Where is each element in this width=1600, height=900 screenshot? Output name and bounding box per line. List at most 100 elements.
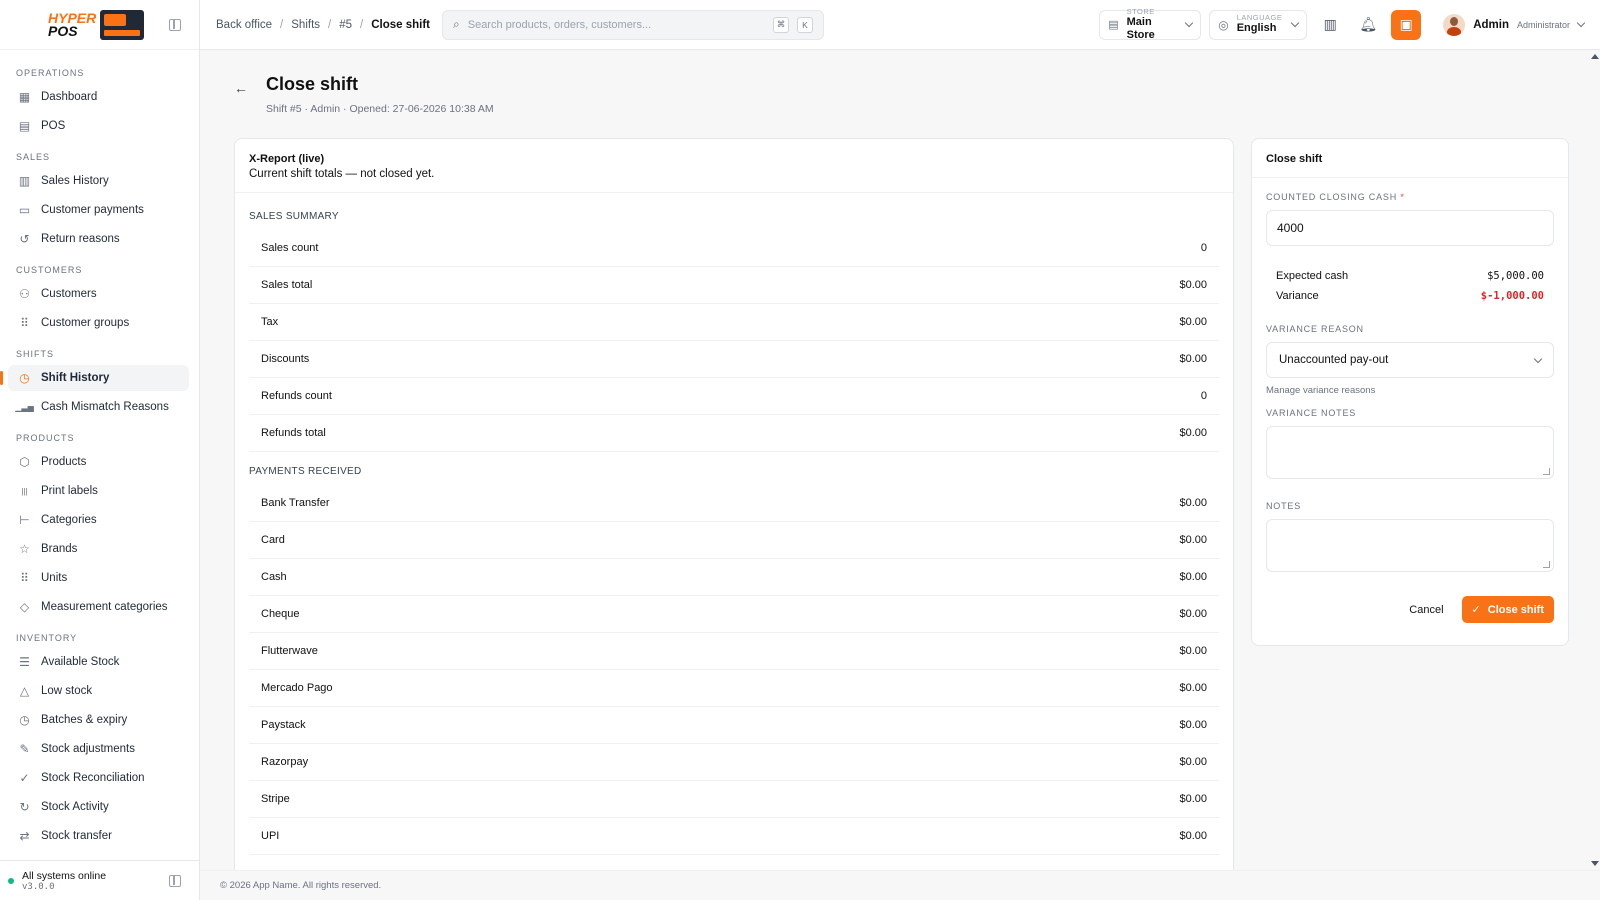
- sidebar-item-label: POS: [41, 120, 66, 132]
- sidebar-item-categories[interactable]: ⊢ Categories: [8, 507, 189, 533]
- clock-icon: ◷: [19, 713, 30, 727]
- variance-label: Variance: [1276, 290, 1319, 302]
- sidebar-item-pos[interactable]: ▤ POS: [8, 113, 189, 139]
- report-row-label: Card: [261, 534, 285, 546]
- sidebar-item-batches-expiry[interactable]: ◷ Batches & expiry: [8, 707, 189, 733]
- report-row-label: Tax: [261, 316, 279, 328]
- breadcrumb: Back office / Shifts / #5 / Close shift: [216, 19, 442, 31]
- user-name: Admin: [1473, 18, 1509, 31]
- database-icon: ☰: [19, 655, 30, 669]
- sidebar-item-stock-transfer[interactable]: ⇄ Stock transfer: [8, 823, 189, 849]
- store-value: Main Store: [1126, 15, 1155, 41]
- user-menu[interactable]: Admin Administrator: [1443, 13, 1586, 36]
- shortcut-cmd-key: ⌘: [773, 16, 789, 33]
- variance-reason-select[interactable]: Unaccounted pay-out: [1266, 342, 1554, 378]
- sidebar-item-products[interactable]: ⬡ Products: [8, 449, 189, 475]
- store-selector[interactable]: ▤ STORE Main Store: [1099, 6, 1202, 41]
- status-text: All systems online: [22, 869, 107, 882]
- sidebar-item-stock-activity[interactable]: ↻ Stock Activity: [8, 794, 189, 820]
- cash-icon: ▭: [18, 203, 31, 217]
- back-arrow-icon[interactable]: ←: [234, 80, 248, 96]
- report-row: Cheque $0.00: [249, 596, 1219, 633]
- scroll-down-icon[interactable]: [1591, 861, 1599, 866]
- sidebar-item-stock-reconciliation[interactable]: ✓ Stock Reconciliation: [8, 765, 189, 791]
- sidebar-item-customer-groups[interactable]: ⠿ Customer groups: [8, 310, 189, 336]
- sidebar-collapse-icon[interactable]: [169, 18, 181, 31]
- sidebar-item-customers[interactable]: ⚇ Customers: [8, 281, 189, 307]
- sidebar-item-sales-history[interactable]: ▥ Sales History: [8, 168, 189, 194]
- report-row-value: $0.00: [1179, 353, 1207, 365]
- page-footer: © 2026 App Name. All rights reserved.: [200, 870, 1600, 900]
- sidebar-item-label: Brands: [41, 543, 78, 555]
- counted-cash-label: COUNTED CLOSING CASH *: [1266, 192, 1554, 202]
- breadcrumb-shifts[interactable]: Shifts: [291, 19, 320, 31]
- report-row-label: Flutterwave: [261, 645, 318, 657]
- breadcrumb-shift-id[interactable]: #5: [339, 19, 352, 31]
- refresh-icon: ↻: [19, 800, 30, 814]
- sidebar-item-cash-mismatch-reasons[interactable]: ▁▃▅ Cash Mismatch Reasons: [8, 394, 189, 420]
- report-row-value: $0.00: [1179, 534, 1207, 546]
- report-row-value: $0.00: [1179, 645, 1207, 657]
- close-shift-form: COUNTED CLOSING CASH * 4000 Expected cas…: [1252, 178, 1568, 637]
- store-icon: ▤: [1108, 19, 1119, 31]
- sidebar-item-print-labels[interactable]: ||| Print labels: [8, 478, 189, 504]
- expected-cash-value: $5,000.00: [1487, 270, 1544, 282]
- sidebar: HYPER POS OPERATIONS ▦ Dashboard ▤ POS SALES ▥…: [0, 0, 200, 900]
- notifications-bell-icon[interactable]: 🔔︎: [1353, 10, 1383, 40]
- sidebar-item-shift-history[interactable]: ◷ Shift History: [0, 365, 189, 391]
- expected-cash-row: Expected cash $5,000.00: [1276, 270, 1544, 282]
- user-role: Administrator: [1516, 19, 1570, 30]
- scroll-up-icon[interactable]: [1591, 54, 1599, 59]
- sidebar-item-available-stock[interactable]: ☰ Available Stock: [8, 649, 189, 675]
- report-row-value: 0: [1200, 242, 1207, 254]
- sidebar-item-label: Available Stock: [41, 656, 120, 668]
- x-report-title: X-Report (live): [249, 153, 325, 165]
- panel-toggle-icon[interactable]: [169, 874, 181, 887]
- sidebar-item-measurement-categories[interactable]: ◇ Measurement categories: [8, 594, 189, 620]
- cancel-button[interactable]: Cancel: [1405, 598, 1447, 622]
- sidebar-item-label: Customer payments: [41, 204, 144, 216]
- report-row: Discounts $0.00: [249, 341, 1219, 378]
- pos-register-icon[interactable]: ▣: [1391, 9, 1422, 40]
- app-logo[interactable]: HYPER POS: [48, 9, 145, 40]
- close-shift-button[interactable]: ✓ Close shift: [1461, 596, 1554, 623]
- page-subtitle: Shift #5 · Admin · Opened: 27-06-2026 10…: [266, 103, 494, 115]
- sidebar-item-return-reasons[interactable]: ↺ Return reasons: [8, 226, 189, 252]
- sidebar-item-low-stock[interactable]: △ Low stock: [8, 678, 189, 704]
- main-scrollbar[interactable]: [1588, 50, 1600, 870]
- variance-notes-textarea[interactable]: [1266, 426, 1554, 479]
- variance-row: Variance $-1,000.00: [1276, 290, 1544, 302]
- store-caption: STORE: [1126, 6, 1155, 16]
- sidebar-nav: OPERATIONS ▦ Dashboard ▤ POS SALES ▥ Sales Hist…: [0, 50, 199, 860]
- sidebar-item-stock-adjustments[interactable]: ✎ Stock adjustments: [8, 736, 189, 762]
- topbar: Back office / Shifts / #5 / Close shift …: [200, 0, 1600, 50]
- sidebar-item-dashboard[interactable]: ▦ Dashboard: [8, 84, 189, 110]
- search-input[interactable]: Search products, orders, customers...: [468, 19, 765, 31]
- nav-section-title: SHIFTS: [16, 349, 55, 359]
- tree-icon: ⊢: [19, 513, 30, 527]
- breadcrumb-separator: /: [280, 18, 284, 31]
- notes-textarea[interactable]: [1266, 519, 1554, 572]
- global-search[interactable]: ⌕ Search products, orders, customers... …: [442, 9, 824, 40]
- grip-icon: ⠿: [20, 571, 29, 585]
- star-icon: ☆: [19, 542, 30, 556]
- sales-summary-list: Sales count 0 Sales total $0.00 Tax $0.00 Disc…: [235, 230, 1233, 452]
- payments-list: Bank Transfer $0.00 Card $0.00 Cash $0.00 Cheq…: [235, 485, 1233, 855]
- variance-reason-value: Unaccounted pay-out: [1279, 354, 1389, 366]
- reports-chart-icon[interactable]: ▥: [1315, 10, 1345, 40]
- sidebar-item-brands[interactable]: ☆ Brands: [8, 536, 189, 562]
- report-row: Bank Transfer $0.00: [249, 485, 1219, 522]
- sidebar-item-label: Products: [41, 456, 87, 468]
- nav-section-title: CUSTOMERS: [16, 265, 83, 275]
- required-marker: *: [1400, 192, 1405, 202]
- sidebar-item-customer-payments[interactable]: ▭ Customer payments: [8, 197, 189, 223]
- report-row: Sales total $0.00: [249, 267, 1219, 304]
- sidebar-item-label: Stock Activity: [41, 801, 109, 813]
- manage-variance-reasons-link[interactable]: Manage variance reasons: [1266, 385, 1554, 396]
- breadcrumb-back-office[interactable]: Back office: [216, 19, 272, 31]
- sidebar-item-label: Sales History: [41, 175, 109, 187]
- sidebar-item-units[interactable]: ⠿ Units: [8, 565, 189, 591]
- counted-cash-input[interactable]: 4000: [1266, 210, 1554, 246]
- language-selector[interactable]: ◎ LANGUAGE English: [1209, 9, 1308, 40]
- users-icon: ⚇: [19, 287, 30, 301]
